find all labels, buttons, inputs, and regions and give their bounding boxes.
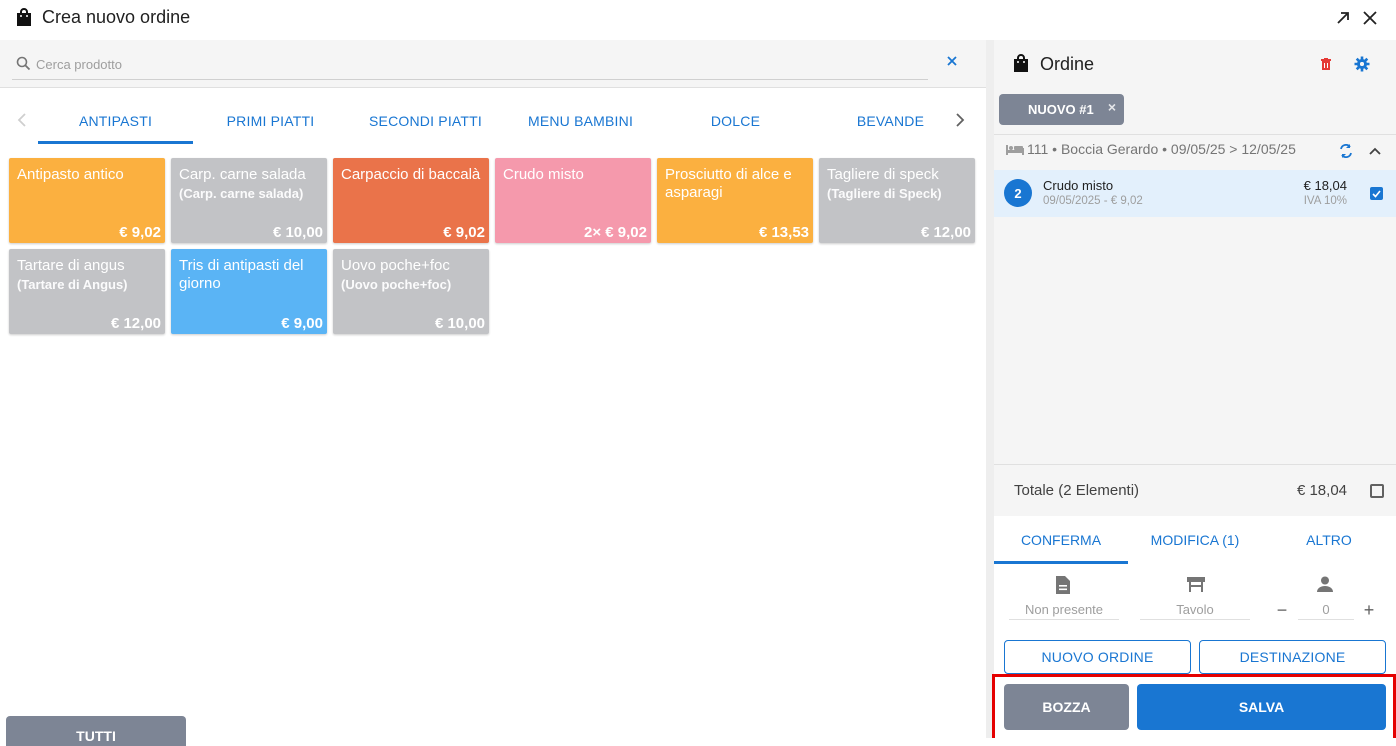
- tab-secondi-piatti[interactable]: SECONDI PIATTI: [348, 98, 503, 144]
- product-tile[interactable]: Prosciutto di alce e asparagi € 13,53: [657, 158, 813, 243]
- booking-info: 111 • Boccia Gerardo • 09/05/25 > 12/05/…: [994, 136, 1396, 168]
- all-categories-button[interactable]: TUTTI: [6, 716, 186, 746]
- order-chip[interactable]: NUOVO #1 ×: [999, 94, 1124, 125]
- delete-icon[interactable]: [1314, 52, 1338, 76]
- tab-bevande[interactable]: BEVANDE: [813, 98, 968, 144]
- product-name: Antipasto antico: [17, 166, 124, 183]
- save-button[interactable]: SALVA: [1137, 684, 1386, 730]
- tab-conferma[interactable]: CONFERMA: [994, 516, 1128, 564]
- swap-icon[interactable]: [1334, 139, 1358, 163]
- table-input[interactable]: [1140, 600, 1250, 620]
- product-price: € 9,02: [443, 224, 485, 241]
- increase-guests-button[interactable]: +: [1359, 600, 1379, 620]
- document-field: [1009, 572, 1119, 628]
- gear-icon[interactable]: [1350, 52, 1374, 76]
- order-panel: Ordine NUOVO #1 × 111 • Boccia Gerardo •…: [994, 40, 1396, 738]
- chip-close-icon[interactable]: ×: [1108, 99, 1116, 115]
- order-header: Ordine: [994, 40, 1396, 88]
- item-vat: IVA 10%: [1303, 195, 1347, 207]
- product-price: € 9,00: [281, 315, 323, 332]
- category-tabs: ANTIPASTI PRIMI PIATTI SECONDI PIATTI ME…: [0, 98, 986, 144]
- product-price: € 12,00: [920, 224, 971, 241]
- table-icon: [1187, 576, 1205, 597]
- table-field: [1140, 572, 1250, 628]
- order-chip-label: NUOVO #1: [1028, 102, 1094, 117]
- clear-search-icon[interactable]: [946, 54, 962, 70]
- item-total: € 18,04: [1303, 178, 1347, 193]
- order-line-item[interactable]: 2 Crudo misto 09/05/2025 - € 9,02 € 18,0…: [994, 170, 1396, 217]
- product-price: € 13,53: [758, 224, 809, 241]
- chevron-right-icon[interactable]: [950, 110, 970, 130]
- search-bar: [0, 40, 986, 88]
- document-input[interactable]: [1009, 600, 1119, 620]
- person-icon: [1317, 576, 1333, 597]
- product-panel: ANTIPASTI PRIMI PIATTI SECONDI PIATTI ME…: [0, 40, 986, 746]
- product-price: 2× € 9,02: [584, 224, 647, 241]
- product-price: € 10,00: [272, 224, 323, 241]
- search-icon: [16, 56, 31, 76]
- item-date-price: 09/05/2025 - € 9,02: [1043, 195, 1143, 207]
- product-name: Uovo poche+foc: [341, 257, 450, 274]
- tab-primi-piatti[interactable]: PRIMI PIATTI: [193, 98, 348, 144]
- tab-modifica[interactable]: MODIFICA (1): [1128, 516, 1262, 564]
- select-all-checkbox[interactable]: [1370, 484, 1384, 498]
- product-name: Tris di antipasti del giorno: [179, 257, 304, 292]
- product-subtitle: (Tartare di Angus): [17, 277, 128, 292]
- search-underline: [12, 79, 928, 80]
- tab-menu-bambini[interactable]: MENU BAMBINI: [503, 98, 658, 144]
- document-icon: [1056, 576, 1070, 599]
- order-title: Ordine: [1040, 54, 1095, 74]
- close-icon[interactable]: [1358, 6, 1382, 30]
- product-name: Tagliere di speck: [827, 166, 939, 183]
- product-tile[interactable]: Crudo misto 2× € 9,02: [495, 158, 651, 243]
- product-name: Crudo misto: [503, 166, 584, 183]
- product-price: € 10,00: [434, 315, 485, 332]
- product-subtitle: (Carp. carne salada): [179, 186, 304, 201]
- order-list-empty-area: [994, 217, 1396, 463]
- product-tile[interactable]: Antipasto antico € 9,02: [9, 158, 165, 243]
- chevron-left-icon[interactable]: [12, 110, 32, 130]
- product-price: € 12,00: [110, 315, 161, 332]
- product-tile[interactable]: Carpaccio di baccalà € 9,02: [333, 158, 489, 243]
- chevron-up-icon[interactable]: [1363, 139, 1387, 163]
- bed-icon: [1006, 142, 1024, 160]
- product-name: Carpaccio di baccalà: [341, 166, 481, 183]
- expand-icon[interactable]: [1331, 6, 1355, 30]
- total-value: € 18,04: [1296, 482, 1347, 499]
- total-label: Totale (2 Elementi): [1014, 482, 1140, 499]
- tab-altro[interactable]: ALTRO: [1262, 516, 1396, 564]
- tab-antipasti[interactable]: ANTIPASTI: [38, 98, 193, 144]
- separator: [994, 134, 1396, 135]
- product-tile[interactable]: Carp. carne salada (Carp. carne salada) € …: [171, 158, 327, 243]
- tab-dolce[interactable]: DOLCE: [658, 98, 813, 144]
- product-subtitle: (Uovo poche+foc): [341, 277, 452, 292]
- product-tile[interactable]: Tris di antipasti del giorno € 9,00: [171, 249, 327, 334]
- product-price: € 9,02: [119, 224, 161, 241]
- product-tile[interactable]: Tartare di angus (Tartare di Angus) € 12,0…: [9, 249, 165, 334]
- booking-text: 111 • Boccia Gerardo • 09/05/25 > 12/05/…: [1027, 141, 1296, 157]
- guests-input[interactable]: [1298, 600, 1354, 620]
- product-name: Carp. carne salada: [179, 166, 306, 183]
- product-subtitle: (Tagliere di Speck): [827, 186, 942, 201]
- item-name: Crudo misto: [1043, 178, 1114, 193]
- item-checkbox[interactable]: [1370, 187, 1383, 200]
- quantity-badge: 2: [1004, 179, 1032, 207]
- new-order-button[interactable]: NUOVO ORDINE: [1004, 640, 1191, 674]
- window-title: Crea nuovo ordine: [42, 7, 191, 27]
- product-tile[interactable]: Tagliere di speck (Tagliere di Speck) € 12…: [819, 158, 975, 243]
- draft-button[interactable]: BOZZA: [1004, 684, 1129, 730]
- decrease-guests-button[interactable]: −: [1272, 600, 1292, 620]
- product-tile[interactable]: Uovo poche+foc (Uovo poche+foc) € 10,00: [333, 249, 489, 334]
- panel-divider: [986, 40, 994, 738]
- product-name: Tartare di angus: [17, 257, 125, 274]
- shopping-bag-icon: [1012, 53, 1030, 78]
- shopping-bag-icon: [15, 7, 33, 32]
- window-titlebar: Crea nuovo ordine: [0, 0, 1396, 40]
- search-input[interactable]: [36, 52, 926, 76]
- total-row: Totale (2 Elementi) € 18,04: [994, 464, 1396, 516]
- destination-button[interactable]: DESTINAZIONE: [1199, 640, 1386, 674]
- product-name: Prosciutto di alce e asparagi: [665, 166, 792, 201]
